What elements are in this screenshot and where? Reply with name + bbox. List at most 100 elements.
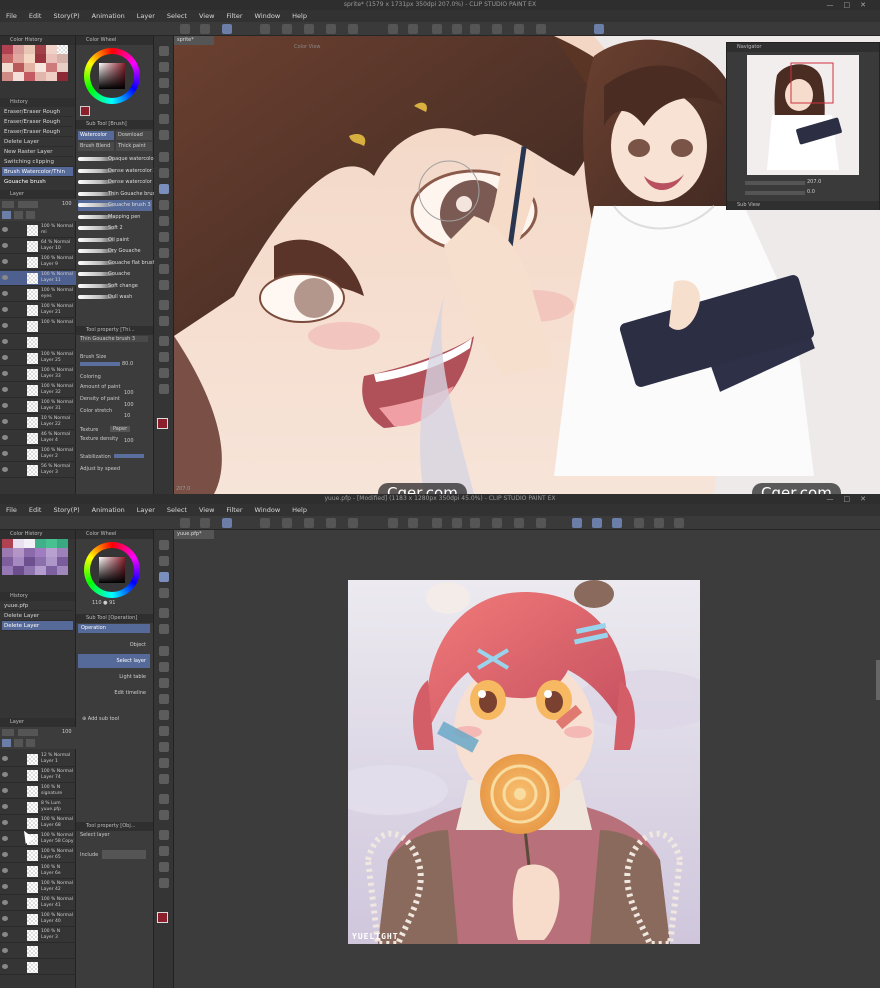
export-icon[interactable] [282, 518, 292, 528]
eyedropper-icon[interactable] [159, 624, 169, 634]
op-object[interactable]: Object [78, 638, 150, 652]
swatch[interactable] [13, 63, 24, 72]
menu-story[interactable]: Story(P) [53, 506, 79, 514]
swatch[interactable] [57, 566, 68, 575]
layer-row[interactable]: 64 % Normal Layer 10 [0, 239, 76, 254]
swatch[interactable] [2, 566, 13, 575]
eye-icon[interactable] [2, 948, 8, 953]
layer-row[interactable]: 100 % Normal Layer 21 [0, 303, 76, 318]
eye-icon[interactable] [2, 932, 8, 937]
decoration-icon[interactable] [159, 216, 169, 226]
eye-icon[interactable] [2, 291, 8, 296]
history-item-selected[interactable]: Delete Layer [2, 621, 73, 631]
texture-value[interactable]: Paper [110, 426, 131, 432]
redo-icon[interactable] [408, 24, 418, 34]
swatch[interactable] [24, 548, 35, 557]
layer-icon[interactable] [260, 518, 270, 528]
menu-view[interactable]: View [199, 506, 214, 514]
swatch[interactable] [35, 72, 46, 81]
layer-mode-dropdown[interactable] [18, 201, 38, 208]
layer-opacity[interactable]: 100 [62, 201, 72, 207]
brush-item[interactable]: Oil paint [78, 235, 152, 246]
eye-icon[interactable] [2, 403, 8, 408]
eye-icon[interactable] [2, 371, 8, 376]
print-icon[interactable] [348, 518, 358, 528]
frame-icon[interactable] [159, 810, 169, 820]
reference-icon[interactable] [26, 739, 35, 747]
layer-row[interactable]: 100 % Normal Layer 31 [0, 399, 76, 414]
swatch[interactable] [35, 548, 46, 557]
save-icon[interactable] [222, 518, 232, 528]
menu-filter[interactable]: Filter [226, 506, 242, 514]
eye-icon[interactable] [2, 227, 8, 232]
share-icon[interactable] [326, 518, 336, 528]
transform-icon[interactable] [452, 518, 462, 528]
open-icon[interactable] [200, 24, 210, 34]
swatch[interactable] [57, 539, 68, 548]
layer-row[interactable]: 100 % Normal Layer 74 [0, 768, 76, 783]
eye-icon[interactable] [2, 788, 8, 793]
zoom-slider[interactable] [745, 181, 805, 185]
swatch[interactable] [46, 72, 57, 81]
lasso-icon[interactable] [159, 608, 169, 618]
swatch[interactable] [57, 54, 68, 63]
swatch[interactable] [24, 557, 35, 566]
menu-file[interactable]: File [6, 12, 17, 20]
eye-icon[interactable] [2, 836, 8, 841]
swatch[interactable] [24, 539, 35, 548]
invert-icon[interactable] [514, 518, 524, 528]
zoom-icon[interactable] [159, 46, 169, 56]
brush-item[interactable]: Dense watercolor [78, 177, 152, 188]
layer-row[interactable]: 8 % Lum yuue.pfp [0, 800, 76, 815]
menu-edit[interactable]: Edit [29, 12, 42, 20]
operation-tab[interactable]: Operation [78, 624, 150, 633]
operation-icon[interactable] [159, 572, 169, 582]
menu-animation[interactable]: Animation [92, 506, 125, 514]
pen-icon[interactable] [159, 152, 169, 162]
layer-row[interactable]: 100 % Normal Layer 32 [0, 383, 76, 398]
window-controls[interactable]: —□✕ [827, 1, 876, 9]
add-subtool-button[interactable]: ⊕ Add sub tool [82, 716, 119, 722]
brush-item[interactable]: Gouache [78, 269, 152, 280]
brush-item[interactable]: Dry Gouache [78, 246, 152, 257]
swatch[interactable] [13, 539, 24, 548]
special-ruler-snap-icon[interactable] [592, 518, 602, 528]
eye-icon[interactable] [2, 756, 8, 761]
navigator-thumbnail[interactable] [747, 55, 859, 175]
history-item[interactable]: yuue.pfp [2, 601, 73, 611]
menu-select[interactable]: Select [167, 506, 187, 514]
correct-line-icon[interactable] [159, 384, 169, 394]
texture-density-value[interactable]: 100 [124, 438, 134, 444]
new-icon[interactable] [180, 518, 190, 528]
layer-row[interactable] [0, 960, 76, 975]
snap-icon[interactable] [594, 24, 604, 34]
eyedropper-icon[interactable] [159, 130, 169, 140]
history-item-selected[interactable]: Brush Watercolor/Thin Gouache brush [2, 167, 73, 185]
layer-row[interactable]: 12 % Normal Layer 1 [0, 752, 76, 767]
eye-icon[interactable] [2, 387, 8, 392]
layer-row[interactable]: 100 % Normal Layer 42 [0, 880, 76, 895]
pencil-icon[interactable] [159, 662, 169, 672]
airbrush-icon[interactable] [159, 200, 169, 210]
fill-icon[interactable] [470, 518, 480, 528]
layer-row[interactable]: 100 % Normal Layer 65 [0, 848, 76, 863]
swatch[interactable] [13, 566, 24, 575]
eraser-icon[interactable] [159, 232, 169, 242]
deselect-icon[interactable] [492, 518, 502, 528]
swatch[interactable] [24, 45, 35, 54]
transform-icon[interactable] [452, 24, 462, 34]
history-item[interactable]: New Raster Layer [2, 147, 73, 157]
print-icon[interactable] [348, 24, 358, 34]
menu-window[interactable]: Window [255, 506, 281, 514]
eye-icon[interactable] [2, 339, 8, 344]
layer-row[interactable]: 100 % Normal eyes [0, 287, 76, 302]
share-icon[interactable] [326, 24, 336, 34]
swatch[interactable] [24, 72, 35, 81]
adjust-speed-label[interactable]: Adjust by speed [80, 466, 120, 472]
menu-story[interactable]: Story(P) [53, 12, 79, 20]
swatch[interactable] [35, 63, 46, 72]
figure-icon[interactable] [159, 794, 169, 804]
swatch[interactable] [46, 557, 57, 566]
eye-icon[interactable] [2, 900, 8, 905]
eraser-icon[interactable] [159, 726, 169, 736]
